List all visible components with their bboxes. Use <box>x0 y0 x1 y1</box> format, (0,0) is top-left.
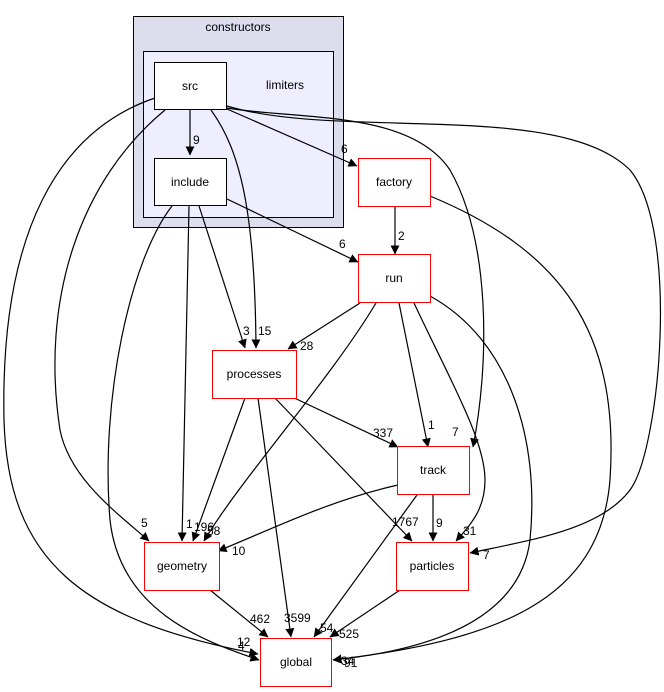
edge-label-run-track: 1 <box>428 418 435 432</box>
edge-label-factory-run: 2 <box>398 229 405 243</box>
edge-label-include-global: 4 <box>238 639 245 653</box>
edge-processes-global <box>257 397 295 638</box>
edge-label-track-geometry: 10 <box>232 544 246 558</box>
edge-label-run-processes: 28 <box>300 339 314 353</box>
edge-label-src-particles: 7 <box>483 548 490 562</box>
edge-label-src-factory: 6 <box>341 142 348 156</box>
node-geometry[interactable]: geometry <box>144 542 220 591</box>
edge-label-include-run: 6 <box>339 237 346 251</box>
node-factory[interactable]: factory <box>358 158 431 207</box>
edge-label-run-global: 91 <box>344 656 358 670</box>
edge-label-processes-particles: 1767 <box>392 515 419 529</box>
node-run[interactable]: run <box>358 254 431 303</box>
node-particles-label: particles <box>410 559 455 573</box>
edge-track-geometry <box>217 484 399 552</box>
edge-label-src-geometry: 5 <box>141 516 148 530</box>
edge-label-track-particles: 9 <box>436 516 443 530</box>
edge-label-geometry-global: 462 <box>250 612 270 626</box>
node-run-label: run <box>385 271 402 285</box>
edge-label-processes-global: 3599 <box>284 611 311 625</box>
dependency-graph: constructors limiters 9 6 15 7 7 5 12 6 … <box>3 16 662 687</box>
edge-label-particles-global: 525 <box>339 627 359 641</box>
edge-label-include-processes: 3 <box>243 324 250 338</box>
edge-label-include-geometry: 1 <box>186 517 193 531</box>
node-track[interactable]: track <box>397 446 470 495</box>
node-factory-label: factory <box>376 175 412 189</box>
edge-label-run-particles: 31 <box>463 524 477 538</box>
edge-run-geometry <box>203 302 377 542</box>
node-src[interactable]: src <box>154 62 227 110</box>
edge-label-track-global: 54 <box>320 621 334 635</box>
node-global-label: global <box>280 655 312 669</box>
cluster-limiters-label: limiters <box>266 78 304 92</box>
edge-run-particles <box>413 302 486 542</box>
node-global[interactable]: global <box>260 638 332 687</box>
node-track-label: track <box>420 463 447 477</box>
node-include-label: include <box>171 175 209 189</box>
node-processes-label: processes <box>227 367 282 381</box>
edge-label-src-include: 9 <box>193 133 200 147</box>
node-processes[interactable]: processes <box>212 350 297 399</box>
node-geometry-label: geometry <box>157 559 207 573</box>
edge-label-processes-geometry: 196 <box>194 520 214 534</box>
edge-label-src-processes: 15 <box>258 324 272 338</box>
edge-label-processes-track: 337 <box>373 426 393 440</box>
edge-label-src-track: 7 <box>452 425 459 439</box>
node-include[interactable]: include <box>154 158 227 206</box>
cluster-constructors-label: constructors <box>205 20 270 34</box>
edge-include-geometry <box>177 205 190 542</box>
edge-include-global <box>107 205 260 662</box>
node-particles[interactable]: particles <box>396 542 469 591</box>
node-src-label: src <box>182 79 198 93</box>
edge-run-processes <box>287 302 361 350</box>
